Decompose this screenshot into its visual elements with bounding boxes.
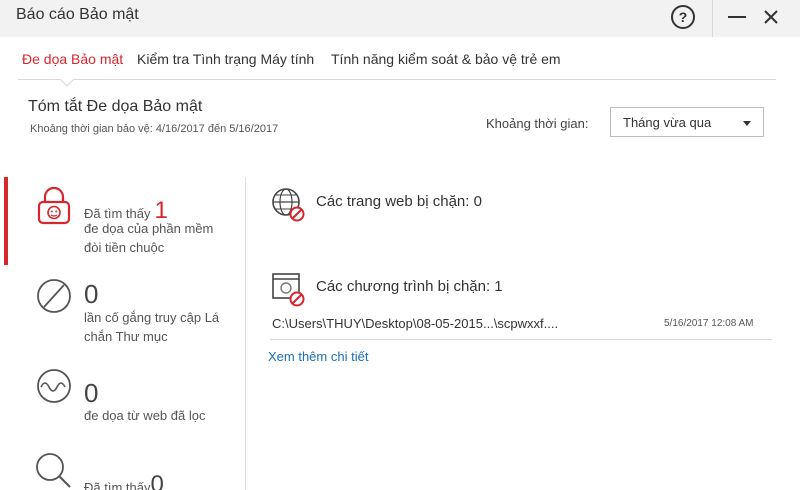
help-button[interactable]: ? (671, 5, 695, 29)
active-tab-pointer (60, 79, 74, 87)
protection-period: Khoảng thời gian bảo vệ: 4/16/2017 đến 5… (30, 123, 279, 135)
blocked-programs-label: Các chương trình bị chặn: 1 (316, 278, 503, 295)
web-wave-icon (37, 369, 71, 403)
stat-scan-found[interactable]: Đã tìm thấy0 (0, 445, 246, 490)
time-range-label: Khoảng thời gian: (486, 116, 589, 131)
stat-folder-shield-count: 0 (84, 279, 99, 309)
stat-folder-shield-line2: chắn Thư mục (84, 329, 168, 344)
stat-scan-heading: Đã tìm thấy0 (84, 471, 164, 490)
blocked-program-time: 5/16/2017 12:08 AM (664, 318, 754, 329)
chevron-down-icon (743, 121, 751, 126)
tab-pc-health-check[interactable]: Kiểm tra Tình trạng Máy tính (137, 51, 314, 67)
blocked-circle-icon (37, 279, 71, 313)
minimize-button[interactable] (728, 16, 746, 18)
stat-ransomware-line2: đòi tiền chuộc (84, 240, 165, 255)
tab-parental-control[interactable]: Tính năng kiểm soát & bảo vệ trẻ em (331, 51, 561, 67)
time-range-dropdown[interactable]: Tháng vừa qua (610, 107, 764, 137)
title-bar: Báo cáo Bảo mật ? (0, 0, 800, 37)
blocked-websites-label: Các trang web bị chặn: 0 (316, 193, 482, 210)
see-more-details-link[interactable]: Xem thêm chi tiết (268, 349, 368, 364)
tab-security-threats[interactable]: Đe dọa Bảo mật (22, 51, 123, 67)
summary-title: Tóm tắt Đe dọa Bảo mật (28, 98, 203, 115)
title-bar-divider (712, 0, 713, 37)
stat-ransomware[interactable]: Đã tìm thấy 1 đe dọa của phần mềm đòi tiề… (0, 177, 246, 265)
program-blocked-icon (272, 273, 305, 307)
row-divider (270, 339, 772, 340)
stat-folder-shield-line1: lần cố gắng truy cập Lá (84, 310, 220, 325)
stat-folder-shield[interactable]: 0 lần cố gắng truy cập Lá chắn Thư mục (0, 270, 246, 360)
stat-scan-prefix: Đã tìm thấy (84, 480, 151, 490)
stat-web-threats-line1: đe dọa từ web đã lọc (84, 408, 206, 423)
window-title: Báo cáo Bảo mật (16, 6, 139, 23)
close-icon[interactable] (760, 6, 782, 28)
time-range-value: Tháng vừa qua (623, 115, 712, 130)
stat-ransomware-line1: đe dọa của phần mềm (84, 221, 214, 236)
globe-blocked-icon (272, 188, 305, 222)
stat-scan-count: 0 (150, 471, 164, 490)
tab-underline (18, 79, 776, 80)
blocked-program-path: C:\Users\THUY\Desktop\08-05-2015...\scpw… (272, 316, 559, 331)
magnifier-icon (36, 453, 71, 488)
stat-web-threats-count: 0 (84, 378, 99, 408)
lock-icon (37, 186, 71, 225)
stat-web-threats[interactable]: 0 đe dọa từ web đã lọc (0, 360, 246, 440)
tab-bar: Đe dọa Bảo mật Kiểm tra Tình trạng Máy t… (0, 38, 800, 82)
